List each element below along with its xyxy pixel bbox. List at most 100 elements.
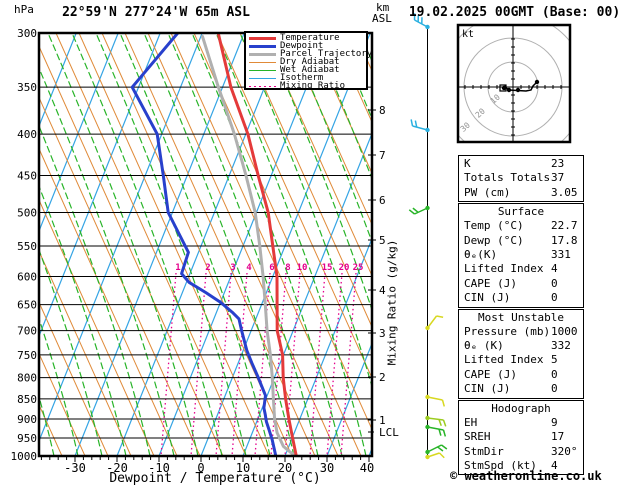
pressure-tick-label: 650: [17, 299, 37, 312]
legend-box: Temperature Dewpoint Parcel Trajectory Dry …: [244, 31, 372, 91]
panel-row-value: 37: [551, 171, 565, 185]
panel-row-value: 331: [551, 248, 571, 262]
panel-row-value: 4: [551, 262, 558, 276]
wind-barb-shaft: [427, 417, 444, 421]
stats-panel-surface: Surface Temp (°C) 22.7 Dewp (°C) 17.8 θₑ(K) 33…: [458, 203, 584, 308]
wind-barb-feather: [442, 429, 447, 437]
wind-barb-feather: [442, 419, 447, 427]
legend-swatch-temperature: [249, 36, 276, 40]
legend-label: Mixing Ratio: [280, 81, 346, 91]
pressure-tick-label: 750: [17, 349, 37, 362]
wind-barb-feather: [441, 444, 448, 450]
station-title: 22°59'N 277°24'W 65m ASL: [62, 5, 250, 20]
panel-row-label: K: [464, 157, 471, 170]
isotherm-line: [284, 236, 372, 456]
copyright-text: © weatheronline.co.uk: [450, 469, 602, 483]
mixing-ratio-axis-title: Mixing Ratio (g/kg): [385, 239, 399, 366]
wind-barb-feather: [408, 209, 415, 215]
panel-row: Pressure (mb) 1000: [459, 325, 583, 339]
panel-row-label: θₑ (K): [464, 339, 504, 353]
pressure-tick-label: 550: [17, 240, 37, 253]
wind-barb-feather: [437, 446, 444, 452]
wind-barb: [410, 119, 430, 133]
mixing-ratio-line: [190, 272, 207, 456]
panel-row-label: Dewp (°C): [464, 233, 524, 247]
panel-row: K 23: [459, 157, 583, 171]
panel-row-value: 1000: [551, 324, 578, 338]
wind-barb-shaft: [426, 315, 438, 329]
panel-row-value: 0: [551, 367, 558, 381]
panel-row: Lifted Index 4: [459, 262, 583, 276]
panel-row: EH 9: [459, 416, 583, 430]
mixing-ratio-label: 8: [285, 263, 290, 273]
legend-swatch-wet-adiabat: [249, 69, 276, 71]
panel-row: StmDir 320°: [459, 445, 583, 459]
panel-row: PW (cm) 3.05: [459, 186, 583, 200]
panel-row-label: StmDir: [464, 444, 504, 458]
panel-title: Hodograph: [491, 401, 551, 415]
legend-swatch-dry-adiabat: [249, 61, 276, 63]
wind-barb-shaft: [427, 426, 444, 431]
hodograph-unit-label: kt: [462, 29, 474, 40]
panel-row: CAPE (J) 0: [459, 368, 583, 382]
panel-row-label: PW (cm): [464, 185, 511, 199]
panel-row-value: 23: [551, 157, 565, 170]
panel-row-value: 320°: [551, 444, 578, 458]
hodograph-frame: [456, 23, 572, 144]
panel-row-value: 0: [551, 291, 558, 305]
panel-row: Dewp (°C) 17.8: [459, 234, 583, 248]
wind-barb: [425, 444, 448, 455]
mixing-ratio-label: 10: [297, 263, 308, 273]
panel-row: CIN (J) 0: [459, 382, 583, 396]
dry-adiabat-line: [124, 33, 316, 456]
hodograph-trace-dot: [515, 87, 521, 93]
hodograph-trace-dot: [506, 87, 512, 93]
wind-barb-shaft: [427, 396, 443, 401]
hodograph-trace-dot: [534, 79, 540, 85]
wind-barb: [408, 205, 430, 215]
pressure-tick-label: 900: [17, 413, 37, 426]
panel-row-label: SREH: [464, 430, 491, 444]
wind-barb-shaft: [412, 125, 428, 131]
panel-row-value: 332: [551, 339, 571, 353]
hodograph-ring-label: 30: [459, 120, 472, 133]
pressure-tick-label: 600: [17, 271, 37, 284]
skewt-sounding-page: 1 2 3 4 6 8 10 15 20 25 300 350 400 450 500 550 600 650 70…: [0, 0, 629, 486]
mixing-ratio-line: [284, 272, 301, 456]
wind-barb-shaft: [414, 19, 428, 28]
panel-row-value: 9: [551, 415, 558, 429]
panel-row-label: Temp (°C): [464, 219, 524, 233]
panel-title: Surface: [497, 205, 545, 219]
km-tick-label: 8: [379, 104, 386, 117]
run-datetime-title: 19.02.2025 00GMT (Base: 00): [408, 5, 621, 20]
wind-barb-feather: [412, 207, 419, 213]
wind-barb-feather: [436, 315, 444, 318]
panel-title: Most Unstable: [477, 310, 565, 324]
lcl-label: LCL: [379, 426, 399, 439]
stats-panel-hodograph: Hodograph EH 9 SREH 17 StmDir 320° StmSpd (kt) 4: [458, 399, 584, 476]
wind-barb: [425, 415, 447, 427]
hodograph-ring-label: 10: [489, 92, 502, 105]
mixing-ratio-label: 2: [205, 263, 210, 273]
legend-swatch-parcel-trajectory: [249, 52, 276, 56]
pressure-tick-label: 450: [17, 169, 37, 182]
mixing-ratio-label: 1: [175, 263, 180, 273]
dry-adiabat-line: [262, 33, 372, 277]
mixing-ratio-label: 3: [230, 263, 235, 273]
panel-row: SREH 17: [459, 430, 583, 444]
altitude-unit-asl: ASL: [372, 12, 392, 25]
wind-barb-feather: [438, 452, 445, 459]
pressure-tick-label: 400: [17, 128, 37, 141]
panel-row-value: 5: [551, 353, 558, 367]
dry-adiabat-line: [39, 352, 86, 456]
panel-row-label: CIN (J): [464, 382, 511, 396]
km-tick-label: 6: [379, 194, 386, 207]
stats-panels: K 23 Totals Totals 37 PW (cm) 3.05 Surface Temp…: [458, 155, 584, 476]
panel-row: CIN (J) 0: [459, 291, 583, 305]
panel-row-value: 0: [551, 276, 558, 290]
panel-row-label: CAPE (J): [464, 367, 517, 381]
wind-barb-feather: [441, 399, 445, 407]
legend-swatch-dewpoint: [249, 44, 276, 48]
pressure-tick-label: 800: [17, 372, 37, 385]
dry-adiabat-line: [170, 33, 362, 456]
